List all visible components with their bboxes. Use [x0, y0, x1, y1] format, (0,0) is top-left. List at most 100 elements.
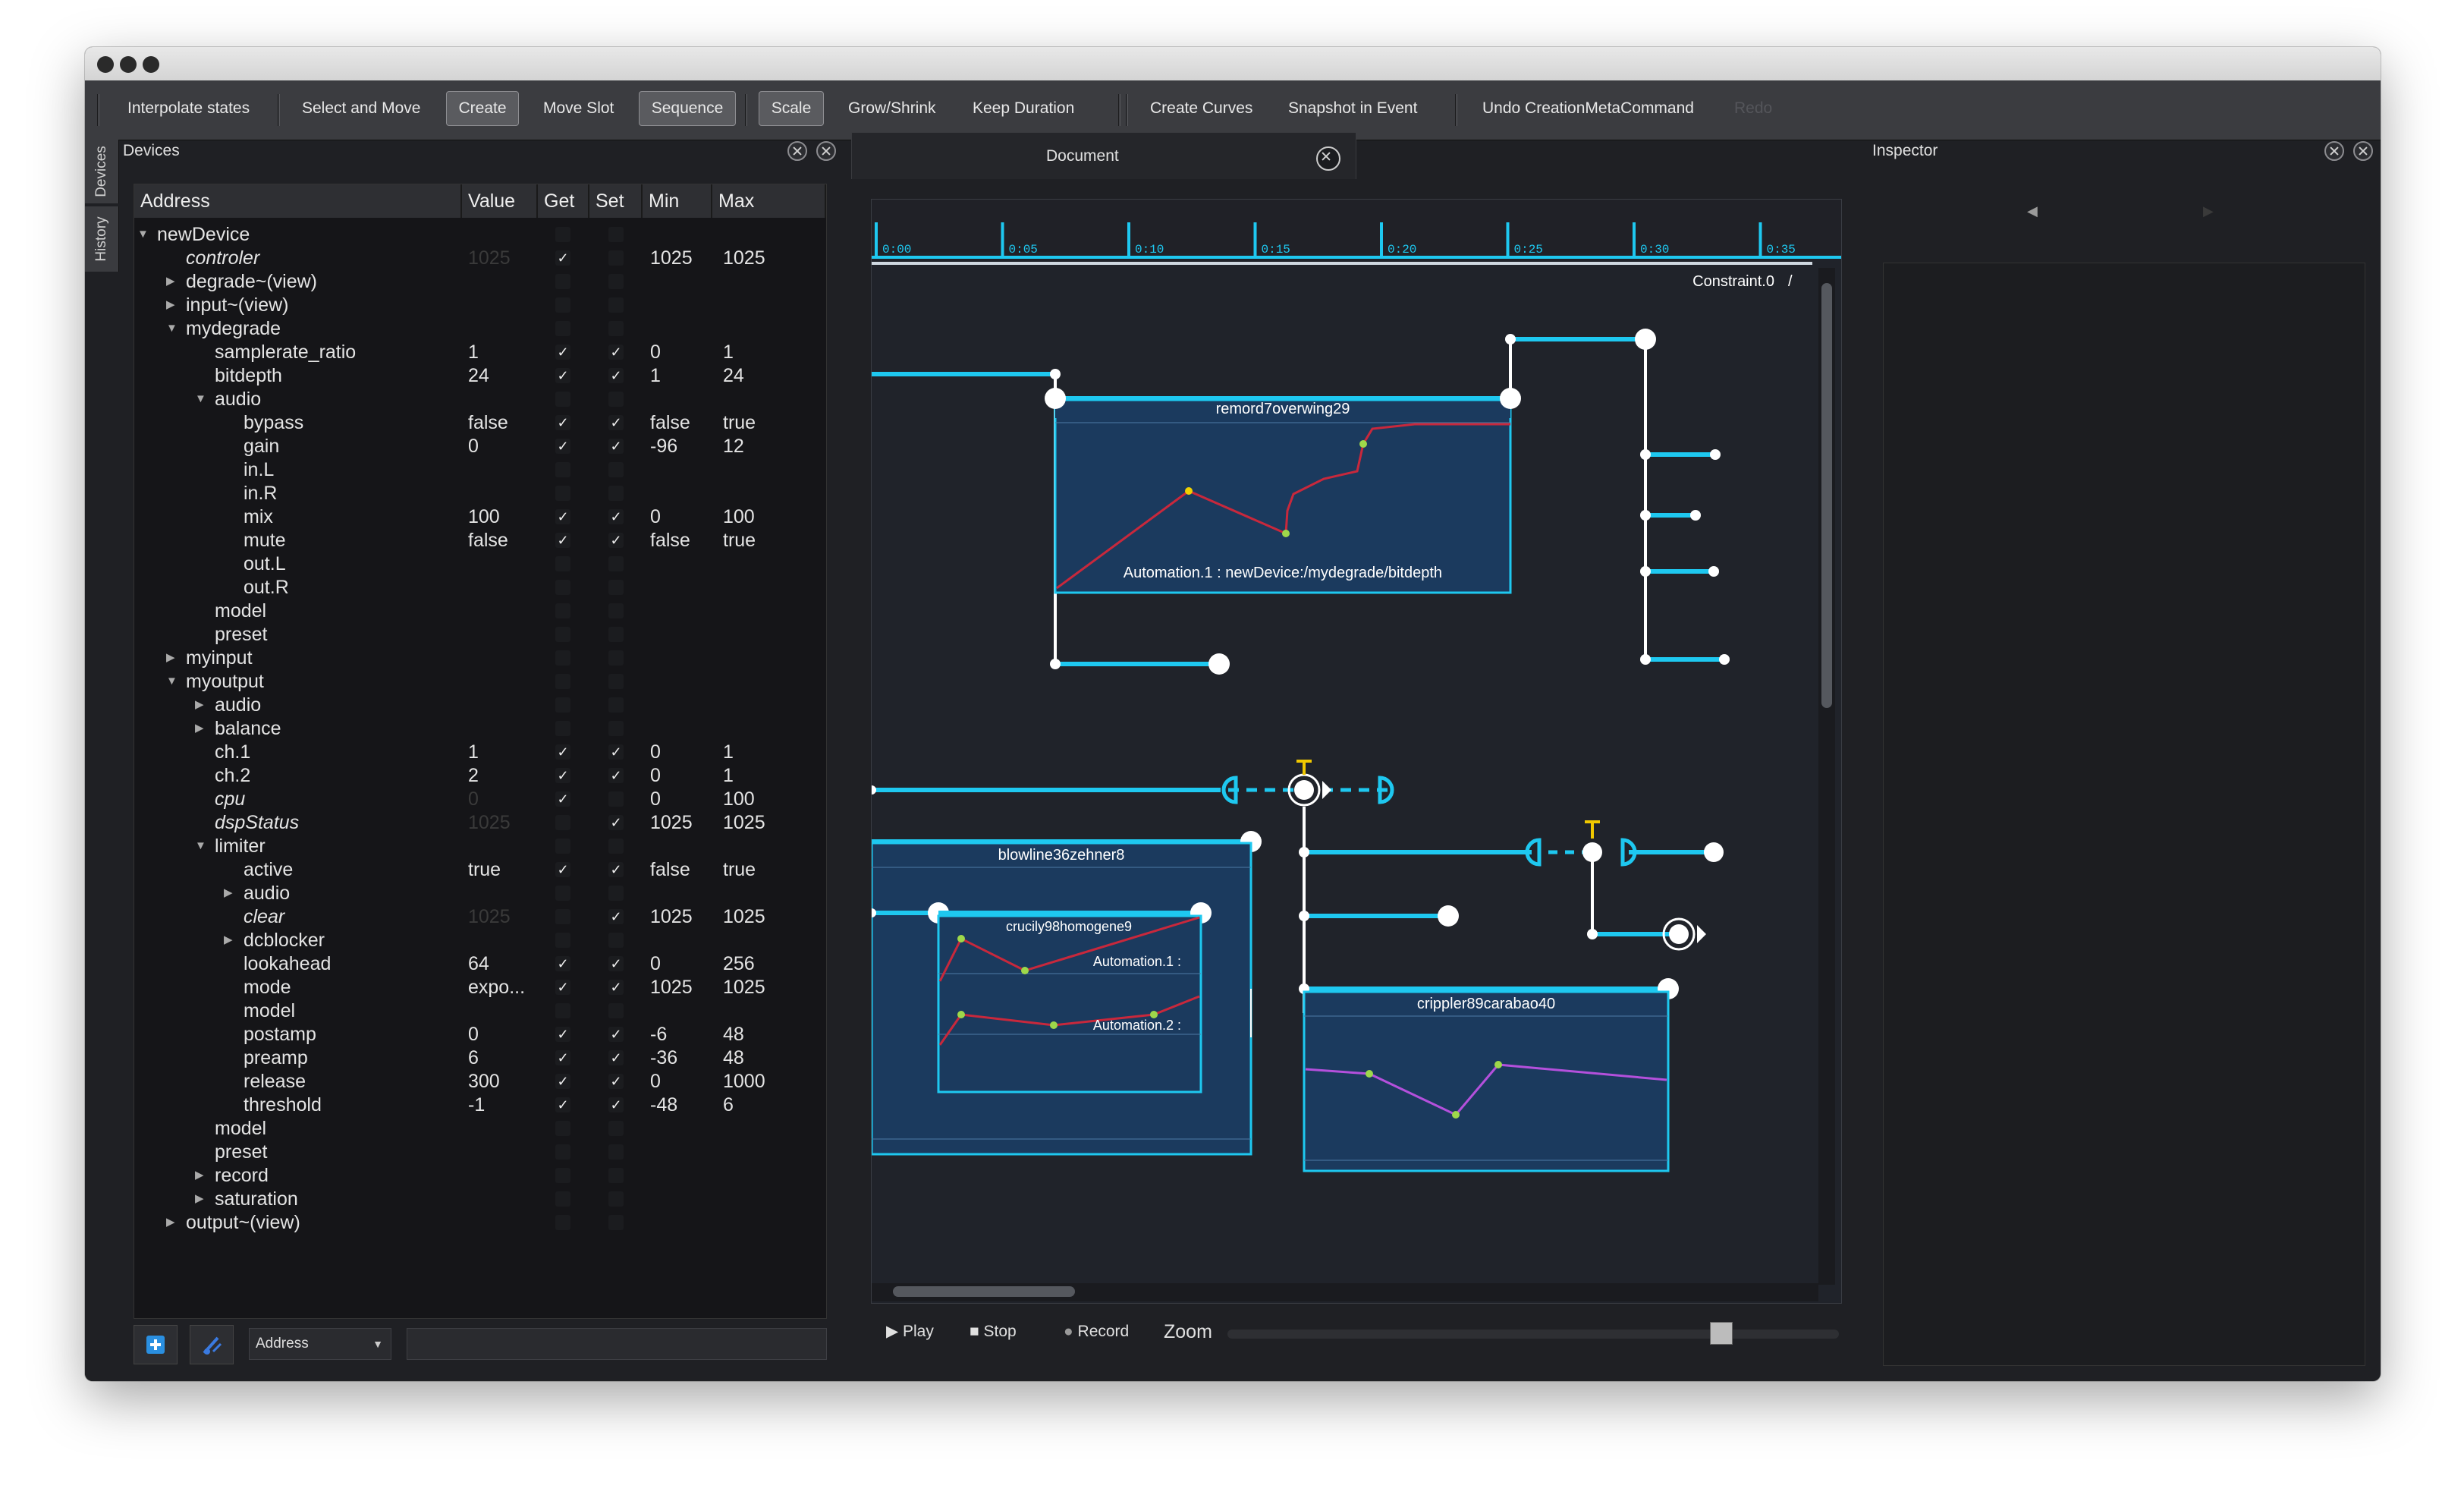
- get-checkbox[interactable]: [555, 1168, 570, 1183]
- set-checkbox[interactable]: ✓: [608, 345, 624, 360]
- get-checkbox[interactable]: [555, 627, 570, 642]
- get-checkbox[interactable]: [555, 721, 570, 736]
- create-curves-button[interactable]: Create Curves: [1150, 91, 1252, 126]
- collapse-arrow-icon[interactable]: ▼: [195, 834, 206, 858]
- curve-point[interactable]: [1452, 1111, 1460, 1119]
- get-checkbox[interactable]: ✓: [555, 862, 570, 877]
- set-checkbox[interactable]: ✓: [608, 862, 624, 877]
- tree-row[interactable]: postamp 0 ✓ ✓ -6 48: [134, 1022, 826, 1046]
- expand-arrow-icon[interactable]: ▶: [195, 1187, 204, 1211]
- get-checkbox[interactable]: ✓: [555, 533, 570, 548]
- set-checkbox[interactable]: [608, 1168, 624, 1183]
- get-checkbox[interactable]: [555, 603, 570, 618]
- curve-point[interactable]: [1366, 1070, 1373, 1078]
- set-checkbox[interactable]: ✓: [608, 509, 624, 524]
- tree-row[interactable]: mute false ✓ ✓ false true: [134, 528, 826, 552]
- event-handle[interactable]: [872, 785, 876, 795]
- tree-row[interactable]: threshold -1 ✓ ✓ -48 6: [134, 1093, 826, 1117]
- set-checkbox[interactable]: [608, 297, 624, 313]
- set-checkbox[interactable]: [608, 321, 624, 336]
- event-handle[interactable]: [1690, 510, 1701, 521]
- set-checkbox[interactable]: [608, 486, 624, 501]
- tree-row[interactable]: clear 1025 ✓ 1025 1025: [134, 905, 826, 929]
- get-checkbox[interactable]: ✓: [555, 1097, 570, 1112]
- zoom-slider[interactable]: [1227, 1322, 1839, 1345]
- tab-document[interactable]: Document: [851, 132, 1356, 179]
- collapse-arrow-icon[interactable]: ▼: [166, 669, 178, 694]
- inspector-back-icon[interactable]: ◀: [2027, 203, 2038, 219]
- event-handle[interactable]: [1704, 842, 1724, 862]
- get-checkbox[interactable]: [555, 674, 570, 689]
- get-checkbox[interactable]: [555, 650, 570, 666]
- set-checkbox[interactable]: [608, 580, 624, 595]
- expand-arrow-icon[interactable]: ▶: [224, 928, 233, 952]
- get-checkbox[interactable]: ✓: [555, 956, 570, 971]
- set-checkbox[interactable]: ✓: [608, 744, 624, 760]
- process-box-crucily[interactable]: [937, 914, 1202, 1093]
- close-panel-icon[interactable]: [816, 141, 836, 161]
- snapshot-in-event-button[interactable]: Snapshot in Event: [1288, 91, 1417, 126]
- zoom-slider-handle[interactable]: [1710, 1322, 1733, 1345]
- get-checkbox[interactable]: ✓: [555, 415, 570, 430]
- get-checkbox[interactable]: ✓: [555, 744, 570, 760]
- tree-row[interactable]: in.R: [134, 481, 826, 505]
- set-checkbox[interactable]: [608, 1215, 624, 1230]
- expand-arrow-icon[interactable]: ▶: [224, 881, 233, 905]
- set-checkbox[interactable]: [608, 721, 624, 736]
- tree-row[interactable]: release 300 ✓ ✓ 0 1000: [134, 1069, 826, 1093]
- tree-row[interactable]: active true ✓ ✓ false true: [134, 857, 826, 882]
- event-handle[interactable]: [1640, 449, 1651, 460]
- tree-row[interactable]: preset: [134, 622, 826, 647]
- create-button[interactable]: Create: [446, 91, 519, 126]
- state-handle[interactable]: [1582, 842, 1602, 862]
- horizontal-scrollbar-thumb[interactable]: [893, 1286, 1075, 1297]
- set-checkbox[interactable]: [608, 839, 624, 854]
- set-checkbox[interactable]: ✓: [608, 815, 624, 830]
- tree-row[interactable]: ▶ audio: [134, 881, 826, 905]
- tree-row[interactable]: model: [134, 999, 826, 1023]
- tab-history[interactable]: History: [85, 206, 119, 272]
- tree-row[interactable]: cpu 0 ✓ 0 100: [134, 787, 826, 811]
- get-checkbox[interactable]: [555, 1003, 570, 1018]
- column-header-max[interactable]: Max: [712, 184, 826, 218]
- curve-point[interactable]: [1185, 487, 1193, 495]
- zoom-window-button[interactable]: [143, 56, 159, 73]
- tree-row[interactable]: ▼ myoutput: [134, 669, 826, 694]
- filter-input[interactable]: [407, 1328, 827, 1360]
- set-checkbox[interactable]: [608, 886, 624, 901]
- set-checkbox[interactable]: ✓: [608, 1050, 624, 1065]
- tree-row[interactable]: ▶ input~(view): [134, 293, 826, 317]
- get-checkbox[interactable]: ✓: [555, 768, 570, 783]
- set-checkbox[interactable]: [608, 556, 624, 571]
- curve-point[interactable]: [1021, 967, 1029, 974]
- set-checkbox[interactable]: [608, 933, 624, 948]
- get-checkbox[interactable]: [555, 462, 570, 477]
- keep-duration-button[interactable]: Keep Duration: [973, 91, 1074, 126]
- get-checkbox[interactable]: ✓: [555, 250, 570, 266]
- set-checkbox[interactable]: [608, 1144, 624, 1160]
- device-explorer-tree[interactable]: Address Value Get Set Min Max ▼ newDevice contr…: [134, 184, 827, 1319]
- set-checkbox[interactable]: [608, 791, 624, 807]
- learn-button[interactable]: [190, 1325, 234, 1364]
- get-checkbox[interactable]: [555, 933, 570, 948]
- event-handle[interactable]: [1710, 449, 1721, 460]
- curve-point[interactable]: [1282, 530, 1290, 537]
- grow-shrink-button[interactable]: Grow/Shrink: [848, 91, 936, 126]
- state-handle[interactable]: [1669, 924, 1689, 944]
- set-checkbox[interactable]: [608, 250, 624, 266]
- get-checkbox[interactable]: [555, 556, 570, 571]
- tree-row[interactable]: model: [134, 599, 826, 623]
- get-checkbox[interactable]: [555, 1144, 570, 1160]
- set-checkbox[interactable]: [608, 274, 624, 289]
- event-handle[interactable]: [1050, 659, 1061, 669]
- tree-row[interactable]: preset: [134, 1140, 826, 1164]
- record-button[interactable]: ● Record: [1064, 1319, 1129, 1345]
- tree-row[interactable]: in.L: [134, 458, 826, 482]
- get-checkbox[interactable]: ✓: [555, 509, 570, 524]
- set-checkbox[interactable]: ✓: [608, 909, 624, 924]
- get-checkbox[interactable]: ✓: [555, 1027, 570, 1042]
- tree-row[interactable]: ▶ saturation: [134, 1187, 826, 1211]
- event-handle[interactable]: [1640, 510, 1651, 521]
- event-handle[interactable]: [1719, 654, 1730, 665]
- get-checkbox[interactable]: [555, 1191, 570, 1207]
